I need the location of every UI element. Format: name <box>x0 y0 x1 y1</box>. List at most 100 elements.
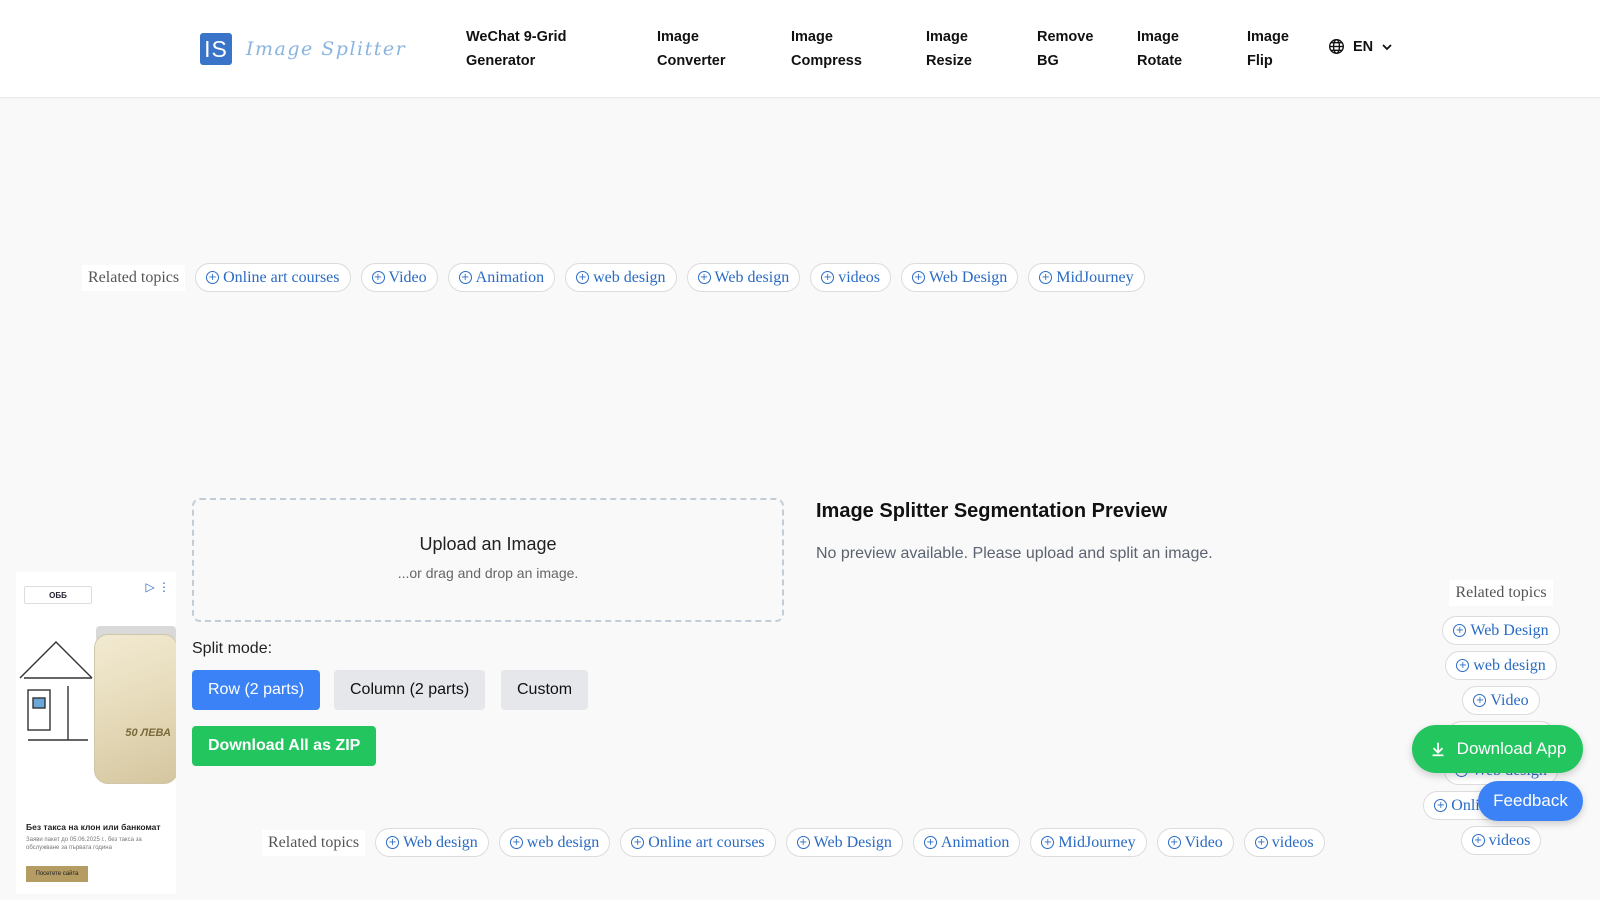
plus-circle-icon: + <box>821 271 835 284</box>
nav-label: Generator <box>466 53 536 69</box>
topic-chip[interactable]: + web design <box>565 263 677 292</box>
plus-circle-icon: + <box>796 836 810 849</box>
topic-chip-label: videos <box>838 268 880 286</box>
topic-chip[interactable]: + MidJourney <box>1030 828 1147 857</box>
topic-chip[interactable]: + videos <box>1460 826 1542 855</box>
plus-circle-icon: + <box>1453 624 1467 637</box>
topic-chip-label: Video <box>1490 691 1529 709</box>
topic-chip-label: Online art courses <box>223 268 340 286</box>
nav-label: Image <box>1137 29 1179 45</box>
logo-text: Image Splitter <box>246 38 407 60</box>
nav-label: Image <box>1247 29 1289 45</box>
plus-circle-icon: + <box>1456 659 1470 672</box>
topic-chip-label: Web design <box>403 833 478 851</box>
topic-chip-label: Web Design <box>1470 621 1549 639</box>
topic-chip[interactable]: + web design <box>1445 651 1557 680</box>
topic-chip[interactable]: +Animation <box>912 828 1021 857</box>
plus-circle-icon: + <box>509 836 523 849</box>
split-mode-column-button[interactable]: Column (2 parts) <box>334 670 486 710</box>
topic-chip-label: Animation <box>940 833 1010 851</box>
site-logo[interactable]: IS Image Splitter <box>200 33 406 65</box>
plus-circle-icon: + <box>386 836 400 849</box>
plus-circle-icon: + <box>1434 799 1448 812</box>
nav-label: Resize <box>926 53 972 69</box>
nav-label: BG <box>1037 53 1059 69</box>
plus-circle-icon: + <box>1167 836 1181 849</box>
ad-cta-button[interactable]: Посетете сайта <box>26 866 88 882</box>
topic-chip[interactable]: +Online art courses <box>195 263 351 292</box>
plus-circle-icon: + <box>1473 694 1487 707</box>
topic-chip[interactable]: + Video <box>360 263 438 292</box>
plus-circle-icon: + <box>631 836 645 849</box>
plus-circle-icon: + <box>576 271 590 284</box>
ad-jar-image: 50 ЛЕВА <box>94 634 176 784</box>
logo-mark: IS <box>200 33 232 65</box>
related-topics-top: Related topics + Online art courses + Video… <box>82 263 1145 292</box>
topic-chip[interactable]: + Web Design <box>901 263 1019 292</box>
topic-chip-label: Web Design <box>813 833 892 851</box>
nav-label: WeChat 9-Grid <box>466 29 567 45</box>
globe-icon <box>1329 39 1344 54</box>
nav-image-converter[interactable]: Image Converter <box>657 25 726 73</box>
nav-image-rotate[interactable]: Image Rotate <box>1137 25 1182 73</box>
advertisement[interactable]: ОББ ▷ ⋮ 50 ЛЕВА Без такса на клон или ба… <box>16 572 176 894</box>
topic-chip-label: Web Design <box>929 268 1008 286</box>
topic-chip[interactable]: + Web Design <box>785 828 903 857</box>
plus-circle-icon: + <box>206 271 220 284</box>
ad-brand-logo: ОББ <box>24 586 92 604</box>
ad-choices-icon[interactable]: ▷ ⋮ <box>145 580 170 594</box>
topic-chip[interactable]: + MidJourney <box>1028 263 1145 292</box>
plus-circle-icon: + <box>697 271 711 284</box>
topic-chip[interactable]: + web design <box>498 828 611 857</box>
topic-chip-label: web design <box>526 833 600 851</box>
topic-chip[interactable]: +Animation <box>447 263 556 292</box>
preview-title: Image Splitter Segmentation Preview <box>816 500 1168 522</box>
split-mode-row-button[interactable]: Row (2 parts) <box>192 670 321 710</box>
download-icon <box>1432 742 1444 757</box>
topic-chip-label: Web design <box>714 268 790 286</box>
chevron-down-icon <box>1382 43 1392 50</box>
topic-chip[interactable]: + Video <box>1156 828 1234 857</box>
download-app-button[interactable]: Download App <box>1412 725 1583 773</box>
nav-image-compress[interactable]: Image Compress <box>791 25 862 73</box>
ad-body: Заяви пакет до 05.06.2025 г., без такса … <box>26 837 142 851</box>
nav-remove-bg[interactable]: Remove BG <box>1037 25 1093 73</box>
related-topics-label: Related topics <box>262 829 366 856</box>
language-label: EN <box>1353 38 1374 55</box>
related-topics-label: Related topics <box>1449 580 1553 606</box>
topic-chip[interactable]: + Video <box>1462 686 1540 715</box>
nav-label: Image <box>657 29 699 45</box>
upload-subtitle: ...or drag and drop an image. <box>397 565 579 581</box>
related-topics-bottom: Related topics + Web design + web design + On… <box>262 828 1325 857</box>
feedback-button[interactable]: Feedback <box>1478 781 1583 821</box>
nav-label: Remove <box>1037 29 1094 45</box>
topic-chip-label: Video <box>1184 833 1223 851</box>
nav-image-flip[interactable]: Image Flip <box>1247 25 1289 73</box>
topic-chip-label: MidJourney <box>1058 833 1136 851</box>
topic-chip[interactable]: +Online art courses <box>620 828 776 857</box>
top-header: IS Image Splitter WeChat 9-Grid Generato… <box>0 0 1600 98</box>
topic-chip-label: videos <box>1488 831 1531 849</box>
nav-label: Converter <box>657 53 726 69</box>
topic-chip[interactable]: + videos <box>810 263 891 292</box>
topic-chip[interactable]: +Web design <box>686 263 801 292</box>
topic-chip[interactable]: +Web design <box>375 828 489 857</box>
topic-chip-label: web design <box>593 268 666 286</box>
topic-chip-label: Online art courses <box>648 833 765 851</box>
download-zip-button[interactable]: Download All as ZIP <box>192 726 377 766</box>
topic-chip[interactable]: + Web Design <box>1442 616 1560 645</box>
nav-wechat-grid[interactable]: WeChat 9-Grid Generator <box>466 25 566 73</box>
topic-chip-label: MidJourney <box>1056 268 1134 286</box>
topic-chip[interactable]: + videos <box>1243 828 1325 857</box>
nav-label: Image <box>926 29 968 45</box>
nav-label: Image <box>791 29 833 45</box>
nav-label: Rotate <box>1137 53 1183 69</box>
ad-headline: Без такса на клон или банкомат <box>26 822 161 832</box>
plus-circle-icon: + <box>1041 836 1055 849</box>
topic-chip-label: web design <box>1473 656 1546 674</box>
upload-dropzone[interactable]: Upload an Image ...or drag and drop an i… <box>192 498 784 622</box>
split-mode-custom-button[interactable]: Custom <box>501 670 589 710</box>
nav-image-resize[interactable]: Image Resize <box>926 25 972 73</box>
plus-circle-icon: + <box>458 271 472 284</box>
language-selector[interactable]: EN <box>1328 38 1393 55</box>
